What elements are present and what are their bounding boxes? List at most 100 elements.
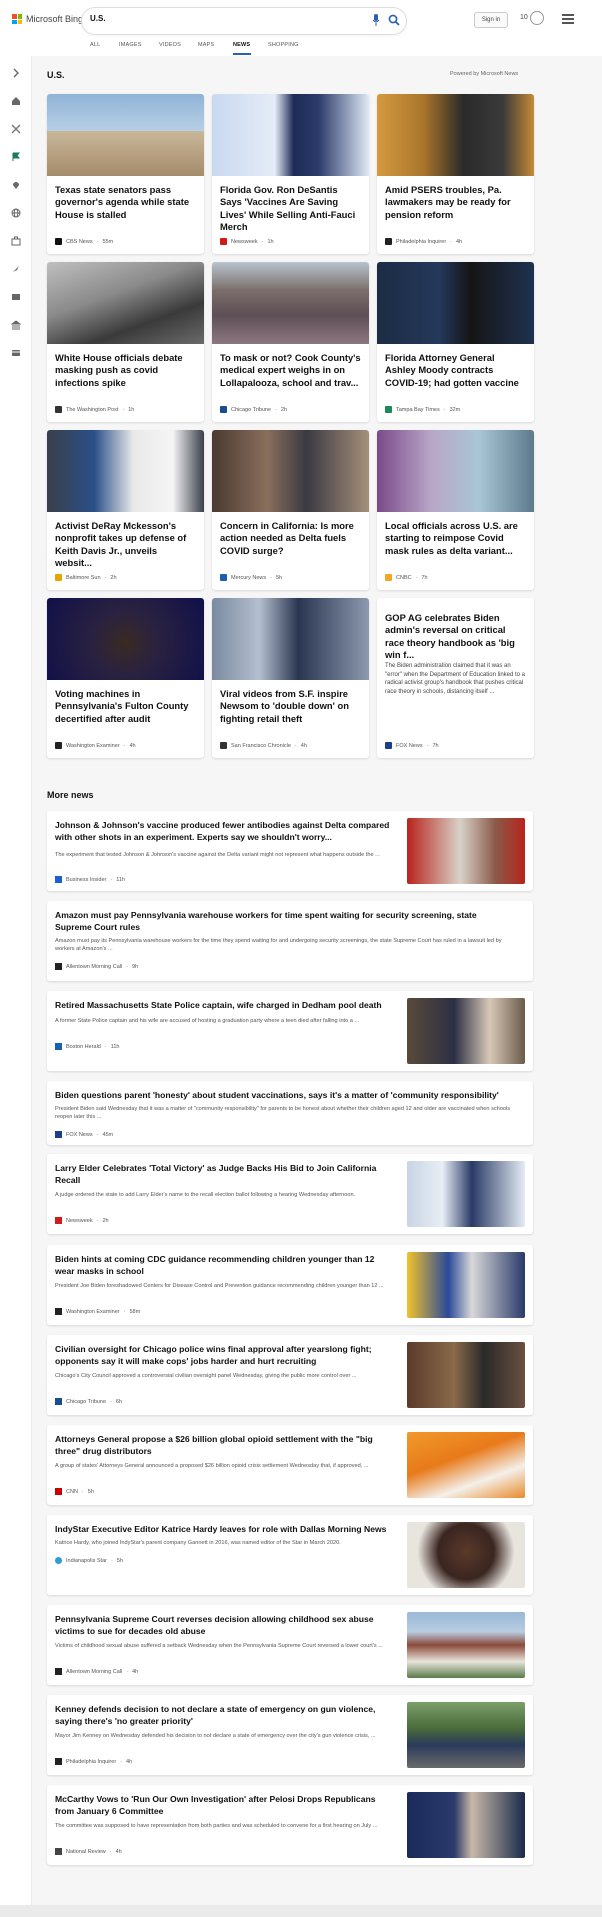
item-snippet: Mayor Jim Kenney on Wednesday defended h…: [55, 1733, 376, 1739]
globe-icon[interactable]: [11, 208, 21, 218]
news-card[interactable]: Texas state senators pass governor's age…: [47, 94, 204, 254]
search-input[interactable]: U.S.: [90, 14, 106, 23]
news-list-item[interactable]: Retired Massachusetts State Police capta…: [47, 991, 533, 1071]
logo-text: Microsoft Bing: [26, 14, 84, 24]
card-title[interactable]: Voting machines in Pennsylvania's Fulton…: [55, 688, 196, 725]
rewards-trophy-icon[interactable]: [530, 11, 544, 25]
tab-maps[interactable]: MAPS: [198, 42, 214, 48]
item-source: Philadelphia Inquirer · 4h: [55, 1758, 132, 1765]
news-card[interactable]: To mask or not? Cook County's medical ex…: [212, 262, 369, 422]
news-card[interactable]: Local officials across U.S. are starting…: [377, 430, 534, 590]
location-pin-icon[interactable]: [11, 180, 21, 190]
card-title[interactable]: Amid PSERS troubles, Pa. lawmakers may b…: [385, 184, 526, 221]
item-title[interactable]: Johnson & Johnson's vaccine produced few…: [55, 819, 395, 843]
rocket-icon[interactable]: [11, 264, 21, 274]
news-card[interactable]: Voting machines in Pennsylvania's Fulton…: [47, 598, 204, 758]
tab-all[interactable]: ALL: [90, 42, 100, 48]
item-title[interactable]: Civilian oversight for Chicago police wi…: [55, 1343, 395, 1367]
news-card[interactable]: Florida Attorney General Ashley Moody co…: [377, 262, 534, 422]
news-list-item[interactable]: Pennsylvania Supreme Court reverses deci…: [47, 1605, 533, 1685]
card-title[interactable]: GOP AG celebrates Biden admin's reversal…: [385, 612, 526, 662]
item-snippet: The experiment that tested Johnson & Joh…: [55, 852, 380, 858]
item-title[interactable]: Biden questions parent 'honesty' about s…: [55, 1089, 515, 1101]
news-card[interactable]: Amid PSERS troubles, Pa. lawmakers may b…: [377, 94, 534, 254]
entertainment-icon[interactable]: [11, 292, 21, 302]
source-logo-icon: [220, 742, 227, 749]
card-title[interactable]: Activist DeRay Mckesson's nonprofit take…: [55, 520, 196, 570]
news-card[interactable]: Viral videos from S.F. inspire Newsom to…: [212, 598, 369, 758]
item-snippet: The committee was supposed to have repre…: [55, 1823, 378, 1829]
card-title[interactable]: Concern in California: Is more action ne…: [220, 520, 361, 557]
powered-by-label[interactable]: Powered by Microsoft News: [450, 71, 518, 77]
speaker-photo: [47, 598, 204, 680]
item-title[interactable]: Attorneys General propose a $26 billion …: [55, 1433, 395, 1457]
item-title[interactable]: IndyStar Executive Editor Katrice Hardy …: [55, 1523, 395, 1535]
source-logo-icon: [385, 238, 392, 245]
item-source: Allentown Morning Call · 4h: [55, 1668, 138, 1675]
card-title[interactable]: Florida Gov. Ron DeSantis Says 'Vaccines…: [220, 184, 361, 234]
pa-lawmakers-photo: [377, 94, 534, 176]
tab-news[interactable]: NEWS: [233, 42, 250, 48]
source-logo-icon: [220, 574, 227, 581]
item-title[interactable]: Biden hints at coming CDC guidance recom…: [55, 1253, 395, 1277]
search-box[interactable]: U.S.: [82, 8, 406, 34]
news-list-item[interactable]: Biden hints at coming CDC guidance recom…: [47, 1245, 533, 1325]
news-list-item[interactable]: IndyStar Executive Editor Katrice Hardy …: [47, 1515, 533, 1595]
rewards-count[interactable]: 10: [520, 14, 528, 21]
home-icon[interactable]: [11, 96, 21, 106]
tools-icon[interactable]: [11, 124, 21, 134]
card-title[interactable]: Florida Attorney General Ashley Moody co…: [385, 352, 526, 389]
card-source: San Francisco Chronicle · 4h: [220, 742, 307, 749]
item-snippet: Amazon must pay its Pennsylvania warehou…: [55, 938, 502, 952]
tab-images[interactable]: IMAGES: [119, 42, 142, 48]
news-list-item[interactable]: Attorneys General propose a $26 billion …: [47, 1425, 533, 1505]
pills-photo: [407, 1432, 525, 1498]
page-footer: [0, 1905, 602, 1917]
escalator-photo: [47, 262, 204, 344]
item-title[interactable]: Retired Massachusetts State Police capta…: [55, 999, 395, 1011]
business-icon[interactable]: [11, 236, 21, 246]
item-title[interactable]: Pennsylvania Supreme Court reverses deci…: [55, 1613, 395, 1637]
news-list-item[interactable]: Kenney defends decision to not declare a…: [47, 1695, 533, 1775]
news-card[interactable]: Activist DeRay Mckesson's nonprofit take…: [47, 430, 204, 590]
flag-icon[interactable]: [11, 152, 21, 162]
item-title[interactable]: Kenney defends decision to not declare a…: [55, 1703, 395, 1727]
item-source: Washington Examiner · 58m: [55, 1308, 140, 1315]
card-title[interactable]: Texas state senators pass governor's age…: [55, 184, 196, 221]
news-card[interactable]: Concern in California: Is more action ne…: [212, 430, 369, 590]
masked-people-photo: [377, 430, 534, 512]
news-list-item[interactable]: Civilian oversight for Chicago police wi…: [47, 1335, 533, 1415]
chicago-council-photo: [407, 1342, 525, 1408]
politics-icon[interactable]: [11, 320, 21, 330]
sign-in-button[interactable]: Sign in: [474, 12, 508, 28]
news-card[interactable]: GOP AG celebrates Biden admin's reversal…: [377, 598, 534, 758]
news-list-item[interactable]: Johnson & Johnson's vaccine produced few…: [47, 811, 533, 891]
source-logo-icon: [55, 574, 62, 581]
bing-logo[interactable]: Microsoft Bing: [12, 14, 83, 24]
newsom-photo: [212, 598, 369, 680]
card-title[interactable]: White House officials debate masking pus…: [55, 352, 196, 389]
item-snippet: Katrice Hardy, who joined IndyStar's par…: [55, 1540, 341, 1546]
item-title[interactable]: McCarthy Vows to 'Run Our Own Investigat…: [55, 1793, 395, 1817]
news-list-item[interactable]: Larry Elder Celebrates 'Total Victory' a…: [47, 1154, 533, 1234]
card-source: Baltimore Sun · 2h: [55, 574, 117, 581]
search-icon[interactable]: [388, 14, 400, 26]
hamburger-menu-icon[interactable]: [562, 14, 574, 24]
card-title[interactable]: To mask or not? Cook County's medical ex…: [220, 352, 361, 389]
item-title[interactable]: Amazon must pay Pennsylvania warehouse w…: [55, 909, 515, 933]
item-title[interactable]: Larry Elder Celebrates 'Total Victory' a…: [55, 1162, 395, 1186]
source-logo-icon: [220, 406, 227, 413]
news-card[interactable]: Florida Gov. Ron DeSantis Says 'Vaccines…: [212, 94, 369, 254]
news-list-item[interactable]: Biden questions parent 'honesty' about s…: [47, 1081, 533, 1145]
wallet-icon[interactable]: [11, 348, 21, 358]
news-list-item[interactable]: Amazon must pay Pennsylvania warehouse w…: [47, 901, 533, 981]
item-snippet: Victims of childhood sexual abuse suffer…: [55, 1643, 383, 1649]
card-title[interactable]: Local officials across U.S. are starting…: [385, 520, 526, 557]
expand-chevron-icon[interactable]: [11, 68, 21, 78]
tab-videos[interactable]: VIDEOS: [159, 42, 181, 48]
news-list-item[interactable]: McCarthy Vows to 'Run Our Own Investigat…: [47, 1785, 533, 1865]
tab-shopping[interactable]: SHOPPING: [268, 42, 299, 48]
microphone-icon[interactable]: [372, 14, 380, 26]
news-card[interactable]: White House officials debate masking pus…: [47, 262, 204, 422]
card-title[interactable]: Viral videos from S.F. inspire Newsom to…: [220, 688, 361, 725]
